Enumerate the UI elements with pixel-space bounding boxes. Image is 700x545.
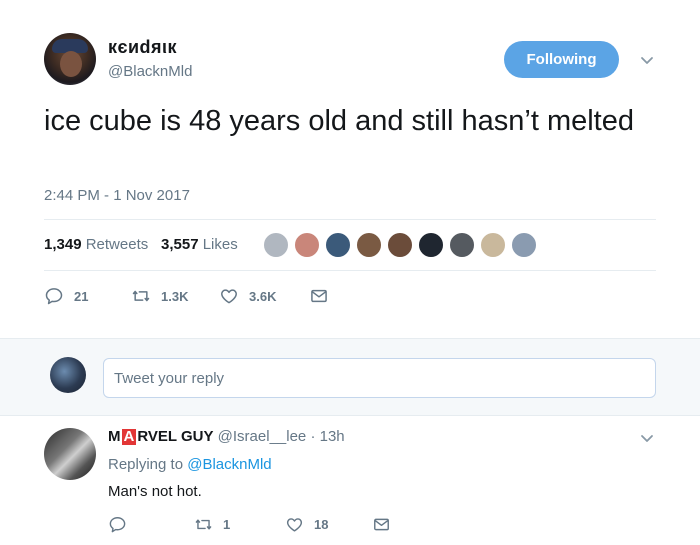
like-action[interactable]: 3.6K: [219, 285, 276, 307]
reply-like-count: 18: [314, 516, 329, 532]
tweet-actions: 21 1.3K 3.6K: [44, 285, 644, 307]
replying-to-label: Replying to: [108, 456, 184, 473]
retweets-label: Retweets: [85, 236, 149, 253]
reply-header: M A RVEL GUY @Israel__lee · 13h: [108, 428, 345, 445]
author-name[interactable]: кєиdяιк: [108, 37, 177, 58]
envelope-icon: [374, 518, 389, 530]
reply-action[interactable]: 21: [44, 285, 88, 307]
tweet-timestamp[interactable]: 2:44 PM - 1 Nov 2017: [44, 187, 190, 204]
following-button[interactable]: Following: [504, 41, 619, 78]
main-tweet: кєиdяιк @BlacknMld Following ice cube is…: [0, 0, 700, 338]
replying-to-handle[interactable]: @BlacknMld: [187, 456, 271, 473]
reply-retweet-action[interactable]: 1: [194, 514, 230, 534]
reply-author-avatar[interactable]: [44, 428, 96, 480]
reply-retweet-count: 1: [223, 516, 231, 532]
reply-input[interactable]: [103, 358, 656, 398]
liker-avatar[interactable]: [479, 231, 507, 259]
reply-tweet: M A RVEL GUY @Israel__lee · 13h Replying t…: [0, 416, 700, 545]
avatar-face: [60, 51, 82, 77]
liker-avatar[interactable]: [324, 231, 352, 259]
liker-avatar[interactable]: [386, 231, 414, 259]
liker-avatar[interactable]: [355, 231, 383, 259]
reply-icon: [45, 288, 63, 305]
dm-action[interactable]: [309, 285, 339, 307]
reply-name-suffix: RVEL GUY: [137, 428, 214, 445]
likes-stat[interactable]: 3,557 Likes: [161, 236, 238, 253]
reply-count: 21: [74, 288, 89, 304]
chevron-down-icon[interactable]: [639, 52, 655, 68]
reply-like-action[interactable]: 18: [285, 514, 328, 534]
reply-author-handle[interactable]: @Israel__lee: [218, 428, 307, 445]
reply-dm-action[interactable]: [372, 514, 401, 534]
reply-text: Man's not hot.: [108, 483, 202, 500]
heart-icon: [221, 289, 237, 304]
retweets-count: 1,349: [44, 236, 82, 253]
retweet-action[interactable]: 1.3K: [131, 285, 188, 307]
liker-avatar[interactable]: [293, 231, 321, 259]
likes-label: Likes: [202, 236, 238, 253]
reply-composer: [0, 338, 700, 416]
current-user-avatar[interactable]: [50, 357, 86, 393]
liker-avatar[interactable]: [262, 231, 290, 259]
retweets-stat[interactable]: 1,349 Retweets: [44, 236, 148, 253]
reply-icon: [109, 516, 126, 532]
divider-top: [44, 219, 656, 220]
reply-actions: 1 18: [108, 514, 508, 534]
reply-time[interactable]: 13h: [320, 428, 345, 445]
reply-author-name[interactable]: M A RVEL GUY: [108, 428, 213, 445]
like-count: 3.6K: [249, 288, 277, 304]
retweet-count: 1.3K: [161, 288, 189, 304]
tweet-text: ice cube is 48 years old and still hasn’…: [44, 105, 634, 137]
liker-avatar[interactable]: [417, 231, 445, 259]
heart-icon: [286, 517, 303, 532]
replying-to: Replying to @BlacknMld: [108, 456, 272, 473]
liker-avatar[interactable]: [510, 231, 538, 259]
liker-avatar[interactable]: [448, 231, 476, 259]
author-avatar[interactable]: [44, 33, 96, 85]
retweet-icon: [195, 518, 212, 530]
reply-reply-action[interactable]: [108, 514, 137, 534]
divider-bottom: [44, 270, 656, 271]
author-handle[interactable]: @BlacknMld: [108, 63, 192, 80]
reply-separator: ·: [310, 428, 316, 445]
retweet-icon: [132, 290, 150, 302]
reply-chevron-down-icon[interactable]: [639, 430, 655, 446]
envelope-icon: [311, 289, 327, 303]
reply-name-prefix: M: [108, 428, 121, 445]
likes-count: 3,557: [161, 236, 199, 253]
reply-name-boxed-letter: A: [121, 428, 137, 445]
